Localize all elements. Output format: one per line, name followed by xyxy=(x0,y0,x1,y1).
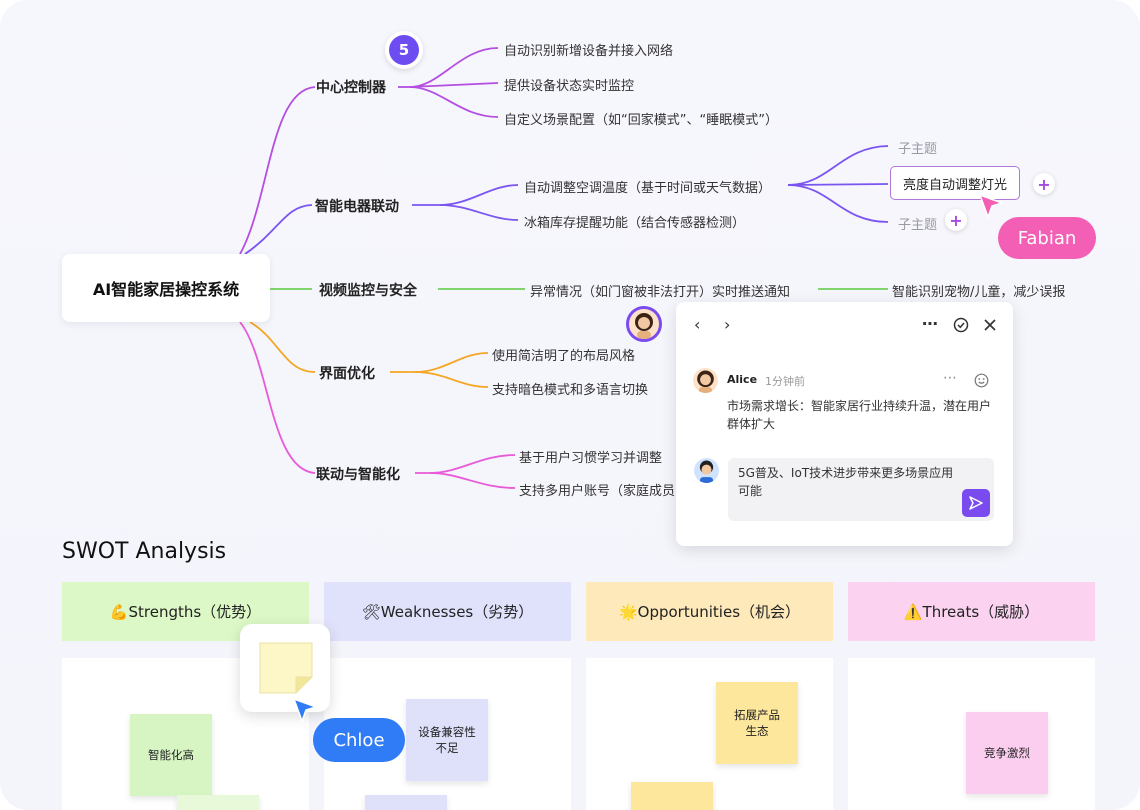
subtopic-node[interactable]: 子主题 xyxy=(898,214,937,233)
branch-video-security[interactable]: 视频监控与安全 xyxy=(319,280,417,300)
leaf-node[interactable]: 自动识别新增设备并接入网络 xyxy=(504,40,673,59)
cursor-arrow-icon xyxy=(978,193,1004,219)
leaf-node[interactable]: 自动调整空调温度（基于时间或天气数据） xyxy=(524,177,771,196)
close-icon[interactable] xyxy=(983,318,997,332)
chevron-left-icon[interactable]: ‹ xyxy=(694,315,700,334)
swot-column-opportunities[interactable]: 拓展产品生态 xyxy=(586,658,833,810)
chevron-right-icon[interactable]: › xyxy=(724,315,730,334)
branch-appliance-linkage[interactable]: 智能电器联动 xyxy=(315,196,399,216)
swot-column-threats[interactable]: 竞争激烈 xyxy=(848,658,1095,810)
leaf-node[interactable]: 支持多用户账号（家庭成员 xyxy=(519,480,675,499)
reply-input[interactable]: 5G普及、IoT技术进步带来更多场景应用可能 xyxy=(728,458,994,521)
leaf-node[interactable]: 自定义场景配置（如“回家模式”、“睡眠模式”） xyxy=(504,109,778,128)
avatar xyxy=(694,458,719,483)
comment-time: 1分钟前 xyxy=(765,375,805,388)
leaf-node[interactable]: 冰箱库存提醒功能（结合传感器检测） xyxy=(524,212,745,231)
leaf-node[interactable]: 基于用户习惯学习并调整 xyxy=(519,447,662,466)
avatar xyxy=(693,368,718,393)
emoji-icon[interactable] xyxy=(974,373,989,388)
sticky-note[interactable]: 竞争激烈 xyxy=(966,712,1048,794)
more-icon[interactable]: ⋯ xyxy=(943,370,957,386)
add-node-icon[interactable]: + xyxy=(945,209,967,231)
sticky-note[interactable] xyxy=(631,782,713,810)
subtopic-node[interactable]: 子主题 xyxy=(898,138,937,157)
leaf-node[interactable]: 提供设备状态实时监控 xyxy=(504,75,634,94)
swot-header-weaknesses[interactable]: 🛠 Weaknesses（劣势） xyxy=(324,582,571,641)
sticky-note[interactable] xyxy=(177,795,259,810)
canvas[interactable]: AI智能家居操控系统 中心控制器 智能电器联动 视频监控与安全 界面优化 联动与… xyxy=(0,0,1140,810)
warning-icon: ⚠️ xyxy=(903,602,923,621)
comment-text: 市场需求增长：智能家居行业持续升温，潜在用户群体扩大 xyxy=(727,399,992,431)
swot-header-label: Strengths（优势） xyxy=(128,603,262,621)
sticky-note[interactable]: 智能化高 xyxy=(130,714,212,796)
branch-central-controller[interactable]: 中心控制器 xyxy=(316,77,386,97)
check-circle-icon[interactable] xyxy=(953,317,969,333)
branch-interface[interactable]: 界面优化 xyxy=(319,363,375,383)
swot-header-threats[interactable]: ⚠️ Threats（威胁） xyxy=(848,582,1095,641)
send-icon xyxy=(969,496,983,510)
reply-text[interactable]: 5G普及、IoT技术进步带来更多场景应用可能 xyxy=(738,464,958,500)
leaf-node[interactable]: 智能识别宠物/儿童，减少误报 xyxy=(892,281,1065,300)
root-node[interactable]: AI智能家居操控系统 xyxy=(62,254,270,322)
cursor-arrow-icon xyxy=(292,697,318,723)
leaf-node[interactable]: 支持暗色模式和多语言切换 xyxy=(492,379,648,398)
sticky-note[interactable]: 拓展产品生态 xyxy=(716,682,798,764)
strength-icon: 💪 xyxy=(109,602,129,621)
star-icon: 🌟 xyxy=(618,602,638,621)
swot-header-label: Threats（威胁） xyxy=(922,603,1040,621)
sticky-note-icon xyxy=(259,642,313,694)
comment-count-badge[interactable]: 5 xyxy=(385,31,423,69)
leaf-node[interactable]: 使用简洁明了的布局风格 xyxy=(492,345,635,364)
tools-icon: 🛠 xyxy=(361,602,381,621)
collaborator-label-chloe: Chloe xyxy=(313,718,405,762)
more-icon[interactable]: ⋯ xyxy=(922,314,938,333)
sticky-note[interactable] xyxy=(365,795,447,810)
avatar[interactable] xyxy=(626,306,662,342)
branch-intelligence[interactable]: 联动与智能化 xyxy=(316,464,400,484)
swot-title: SWOT Analysis xyxy=(62,539,227,564)
swot-header-label: Opportunities（机会） xyxy=(637,603,801,621)
add-node-icon[interactable]: + xyxy=(1033,173,1055,195)
comment-author: Alice xyxy=(727,373,758,386)
leaf-node[interactable]: 异常情况（如门窗被非法打开）实时推送通知 xyxy=(530,281,790,300)
swot-header-label: Weaknesses（劣势） xyxy=(380,603,534,621)
send-button[interactable] xyxy=(962,489,990,517)
swot-header-opportunities[interactable]: 🌟 Opportunities（机会） xyxy=(586,582,833,641)
comment-panel[interactable]: ‹ › ⋯ Alice 1分钟前 ⋯ 市场需求增长：智能家居行业持续升温，潜在用… xyxy=(676,302,1013,546)
sticky-note[interactable]: 设备兼容性不足 xyxy=(406,699,488,781)
collaborator-label-fabian: Fabian xyxy=(998,217,1096,259)
